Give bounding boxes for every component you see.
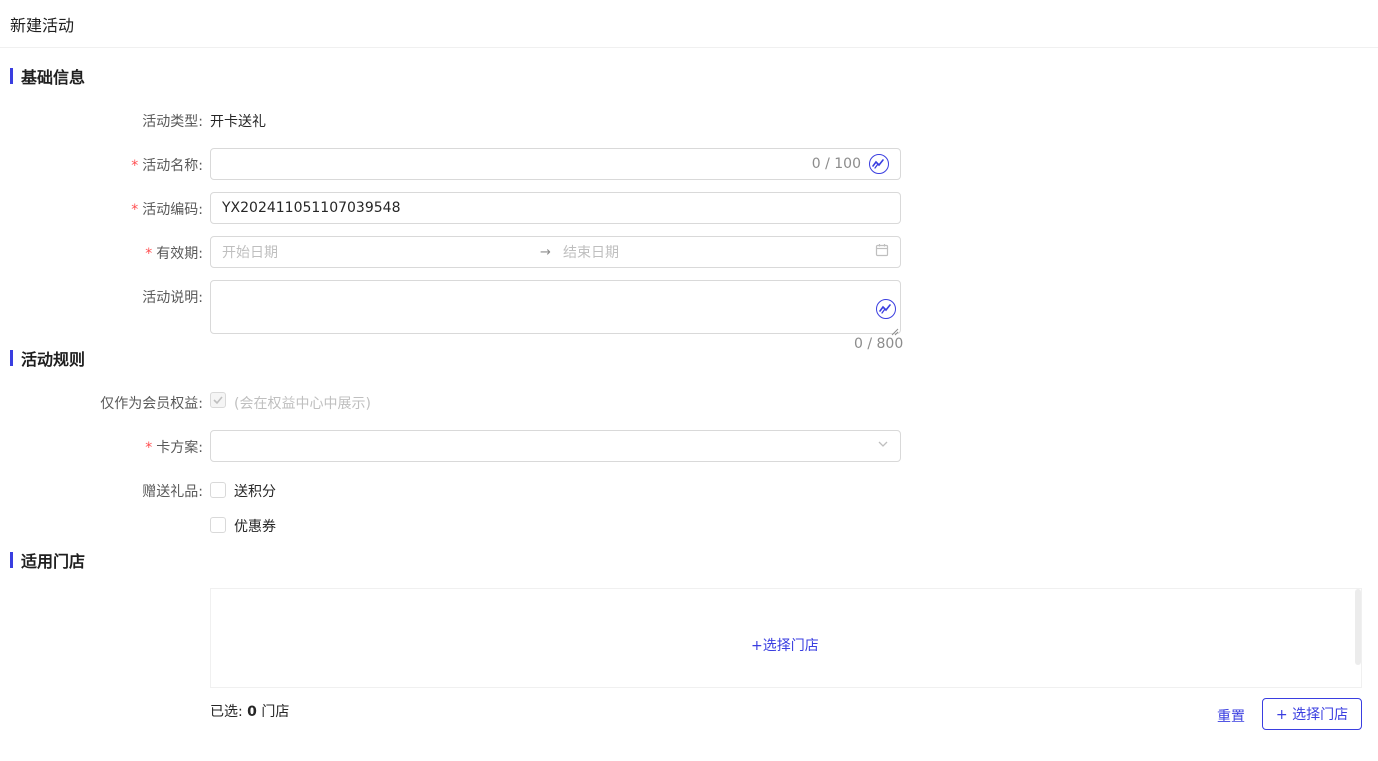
resize-handle[interactable] [891,324,899,336]
activity-code-label: * 活动编码: [131,202,203,218]
activity-desc-label: 活动说明: [142,290,203,306]
activity-type-value: 开卡送礼 [210,114,266,130]
member-benefit-label: 仅作为会员权益: [100,396,203,412]
page-title: 新建活动 [10,15,75,35]
section-rules: 活动规则 [10,349,86,369]
calendar-icon [875,243,889,261]
section-accent-bar [10,350,13,366]
page-header: 新建活动 [0,0,1378,48]
end-date-input[interactable]: 结束日期 [563,242,875,262]
reset-button[interactable]: 重置 [1217,706,1245,726]
activity-type-label: 活动类型: [142,114,203,130]
required-mark: * [145,440,153,456]
scrollbar[interactable] [1355,589,1361,665]
gift-coupon-label: 优惠券 [234,519,276,535]
select-store-button[interactable]: + 选择门店 [1262,698,1362,730]
gift-points-checkbox[interactable] [210,482,226,498]
member-benefit-checkbox[interactable] [210,392,226,408]
activity-name-input[interactable]: 0 / 100 [210,148,901,180]
member-benefit-hint: (会在权益中心中展示) [234,396,371,412]
chevron-down-icon [877,438,889,454]
date-range-picker[interactable]: 开始日期 → 结束日期 [210,236,901,268]
start-date-input[interactable]: 开始日期 [222,242,540,262]
section-basic-info: 基础信息 [10,67,86,87]
select-store-link[interactable]: +选择门店 [751,635,819,655]
activity-name-count: 0 / 100 [811,156,861,172]
activity-desc-textarea[interactable] [210,280,901,336]
section-basic-title: 基础信息 [21,68,86,87]
validity-period-label: * 有效期: [145,246,203,262]
section-stores-title: 适用门店 [21,552,86,571]
store-selection-area: +选择门店 [210,588,1362,688]
section-accent-bar [10,68,13,84]
gift-points-label: 送积分 [234,484,276,500]
required-mark: * [145,246,153,262]
activity-code-input[interactable]: YX202411051107039548 [210,192,901,224]
required-mark: * [131,202,139,218]
section-stores: 适用门店 [10,551,86,571]
activity-name-label: * 活动名称: [131,158,203,174]
section-accent-bar [10,552,13,568]
arrow-right-icon: → [540,244,551,260]
activity-desc-count: 0 / 800 [854,336,904,352]
ai-assist-icon[interactable] [869,154,889,174]
selected-store-count: 已选: 0 门店 [210,704,290,720]
card-plan-select[interactable] [210,430,901,462]
ai-assist-icon[interactable] [876,299,896,319]
gift-coupon-checkbox[interactable] [210,517,226,533]
gift-label: 赠送礼品: [142,484,203,500]
required-mark: * [131,158,139,174]
card-plan-label: * 卡方案: [145,440,203,456]
activity-code-value: YX202411051107039548 [222,200,401,216]
section-rules-title: 活动规则 [21,350,86,369]
